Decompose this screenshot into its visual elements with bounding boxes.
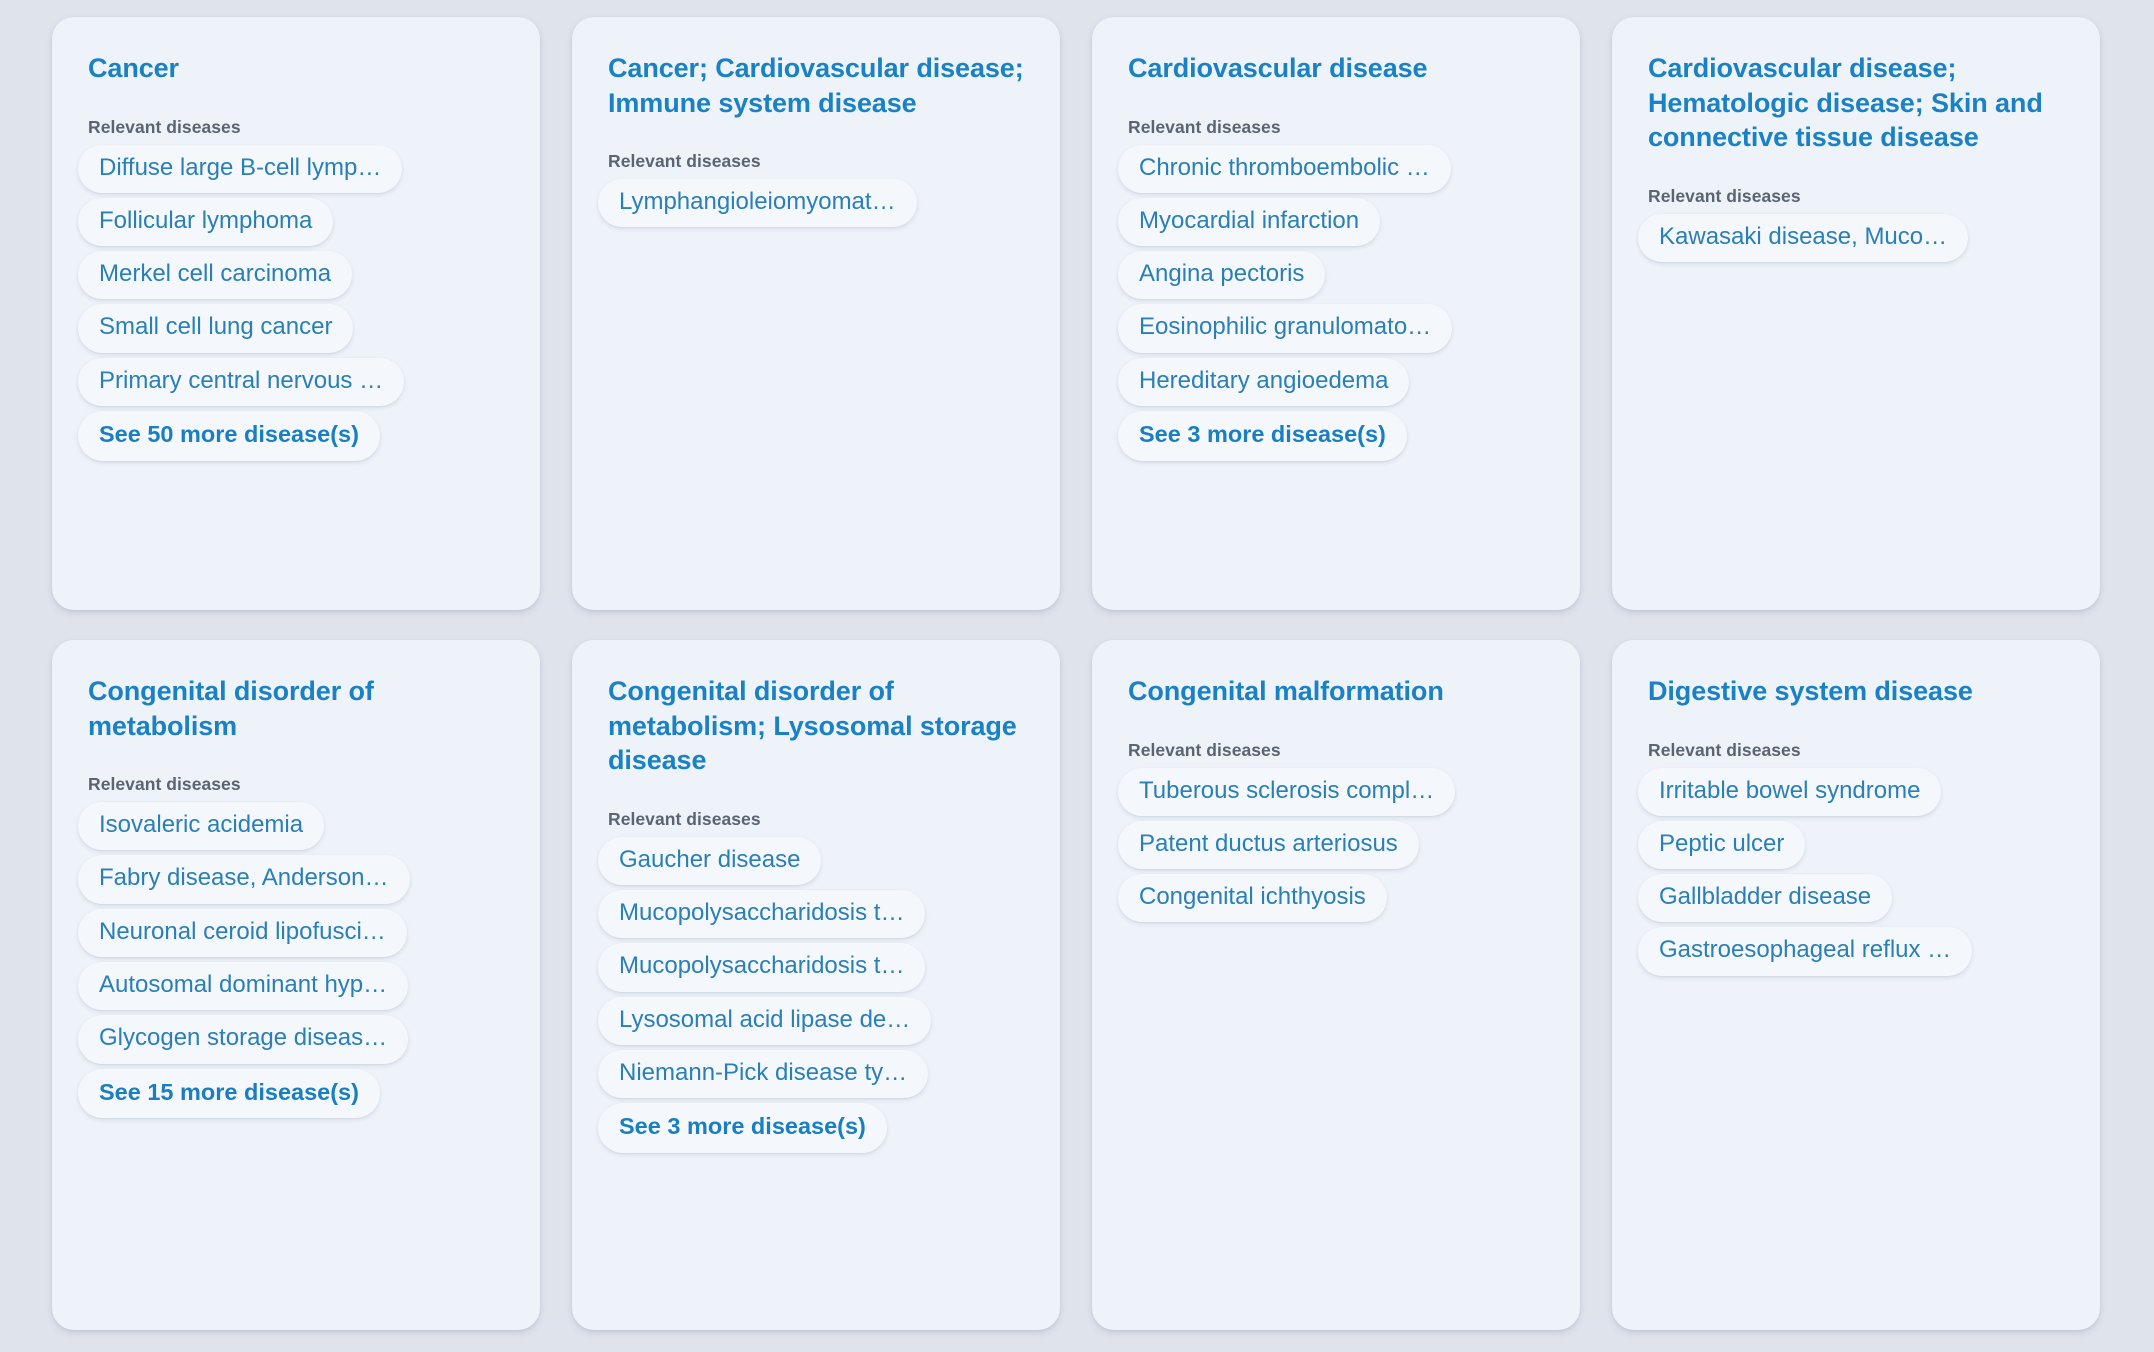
disease-chip[interactable]: Angina pectoris — [1118, 251, 1326, 300]
relevant-diseases-label: Relevant diseases — [1648, 739, 1801, 760]
disease-chip-list: Lymphangioleiomyomat… — [598, 179, 1034, 228]
disease-chip[interactable]: Glycogen storage diseas… — [78, 1015, 409, 1064]
disease-chip[interactable]: Isovaleric acidemia — [78, 802, 325, 851]
disease-chip-list: Kawasaki disease, Muco… — [1638, 213, 2074, 262]
disease-chip[interactable]: Peptic ulcer — [1638, 820, 1806, 870]
disease-category-card: Digestive system disease Relevant disease… — [1612, 640, 2100, 1330]
disease-chip[interactable]: Primary central nervous … — [78, 357, 405, 407]
disease-chip-list: Gaucher disease Mucopolysaccharidosis t… M… — [598, 836, 1034, 1153]
relevant-diseases-label: Relevant diseases — [1128, 116, 1281, 137]
disease-chip[interactable]: Gastroesophageal reflux … — [1638, 927, 1973, 976]
disease-chip[interactable]: Myocardial infarction — [1118, 197, 1381, 247]
relevant-diseases-label: Relevant diseases — [608, 151, 761, 172]
disease-chip[interactable]: Autosomal dominant hyp… — [78, 962, 409, 1011]
card-title[interactable]: Cancer; Cardiovascular disease; Immune s… — [608, 51, 1026, 120]
see-more-diseases-link[interactable]: See 3 more disease(s) — [1118, 411, 1407, 461]
card-title[interactable]: Cardiovascular disease — [1128, 51, 1546, 86]
card-title[interactable]: Congenital disorder of metabolism — [88, 674, 506, 743]
disease-chip[interactable]: Neuronal ceroid lipofusci… — [78, 908, 407, 958]
relevant-diseases-label: Relevant diseases — [1648, 185, 1801, 206]
disease-chip[interactable]: Irritable bowel syndrome — [1638, 767, 1942, 816]
disease-chip[interactable]: Chronic thromboembolic … — [1118, 144, 1451, 193]
card-title[interactable]: Congenital disorder of metabolism; Lysos… — [608, 674, 1026, 778]
disease-chip[interactable]: Kawasaki disease, Muco… — [1638, 213, 1969, 262]
disease-category-card: Cancer Relevant diseases Diffuse large B-c… — [52, 17, 540, 610]
relevant-diseases-label: Relevant diseases — [608, 808, 761, 829]
see-more-diseases-link[interactable]: See 15 more disease(s) — [78, 1068, 380, 1119]
relevant-diseases-label: Relevant diseases — [88, 116, 241, 137]
relevant-diseases-label: Relevant diseases — [1128, 739, 1281, 760]
disease-chip[interactable]: Gallbladder disease — [1638, 874, 1893, 923]
disease-chip[interactable]: Diffuse large B-cell lymp… — [78, 144, 403, 193]
disease-category-grid: Cancer Relevant diseases Diffuse large B-c… — [0, 0, 2154, 1330]
disease-chip[interactable]: Tuberous sclerosis compl… — [1118, 767, 1456, 816]
disease-category-card: Cardiovascular disease; Hematologic dise… — [1612, 17, 2100, 610]
disease-chip-list: Chronic thromboembolic … Myocardial infar… — [1118, 144, 1554, 461]
disease-chip-list: Tuberous sclerosis compl… Patent ductus a… — [1118, 767, 1554, 923]
disease-chip-list: Isovaleric acidemia Fabry disease, Anders… — [78, 802, 514, 1119]
disease-category-card: Congenital disorder of metabolism Relevan… — [52, 640, 540, 1330]
relevant-diseases-label: Relevant diseases — [88, 774, 241, 795]
disease-chip[interactable]: Mucopolysaccharidosis t… — [598, 889, 926, 939]
disease-chip[interactable]: Mucopolysaccharidosis t… — [598, 943, 926, 992]
disease-chip[interactable]: Lysosomal acid lipase de… — [598, 996, 932, 1045]
disease-category-card: Congenital malformation Relevant diseases… — [1092, 640, 1580, 1330]
see-more-diseases-link[interactable]: See 50 more disease(s) — [78, 411, 380, 461]
disease-chip-list: Diffuse large B-cell lymp… Follicular lym… — [78, 144, 514, 461]
disease-chip[interactable]: Eosinophilic granulomato… — [1118, 304, 1453, 353]
card-title[interactable]: Digestive system disease — [1648, 674, 2066, 709]
disease-category-card: Cardiovascular disease Relevant diseases C… — [1092, 17, 1580, 610]
card-title[interactable]: Congenital malformation — [1128, 674, 1546, 709]
disease-chip-list: Irritable bowel syndrome Peptic ulcer Gall… — [1638, 767, 2074, 976]
disease-chip[interactable]: Lymphangioleiomyomat… — [598, 179, 917, 228]
card-title[interactable]: Cardiovascular disease; Hematologic dise… — [1648, 51, 2066, 155]
disease-chip[interactable]: Small cell lung cancer — [78, 304, 354, 353]
card-title[interactable]: Cancer — [88, 51, 506, 86]
disease-category-card: Cancer; Cardiovascular disease; Immune s… — [572, 17, 1060, 610]
disease-chip[interactable]: Patent ductus arteriosus — [1118, 820, 1419, 870]
disease-chip[interactable]: Gaucher disease — [598, 836, 822, 885]
disease-chip[interactable]: Fabry disease, Anderson… — [78, 855, 410, 904]
see-more-diseases-link[interactable]: See 3 more disease(s) — [598, 1103, 887, 1153]
disease-chip[interactable]: Congenital ichthyosis — [1118, 874, 1387, 923]
disease-category-card: Congenital disorder of metabolism; Lysos… — [572, 640, 1060, 1330]
disease-chip[interactable]: Follicular lymphoma — [78, 197, 334, 247]
disease-chip[interactable]: Merkel cell carcinoma — [78, 251, 353, 300]
disease-chip[interactable]: Hereditary angioedema — [1118, 357, 1410, 407]
disease-chip[interactable]: Niemann-Pick disease ty… — [598, 1049, 929, 1099]
